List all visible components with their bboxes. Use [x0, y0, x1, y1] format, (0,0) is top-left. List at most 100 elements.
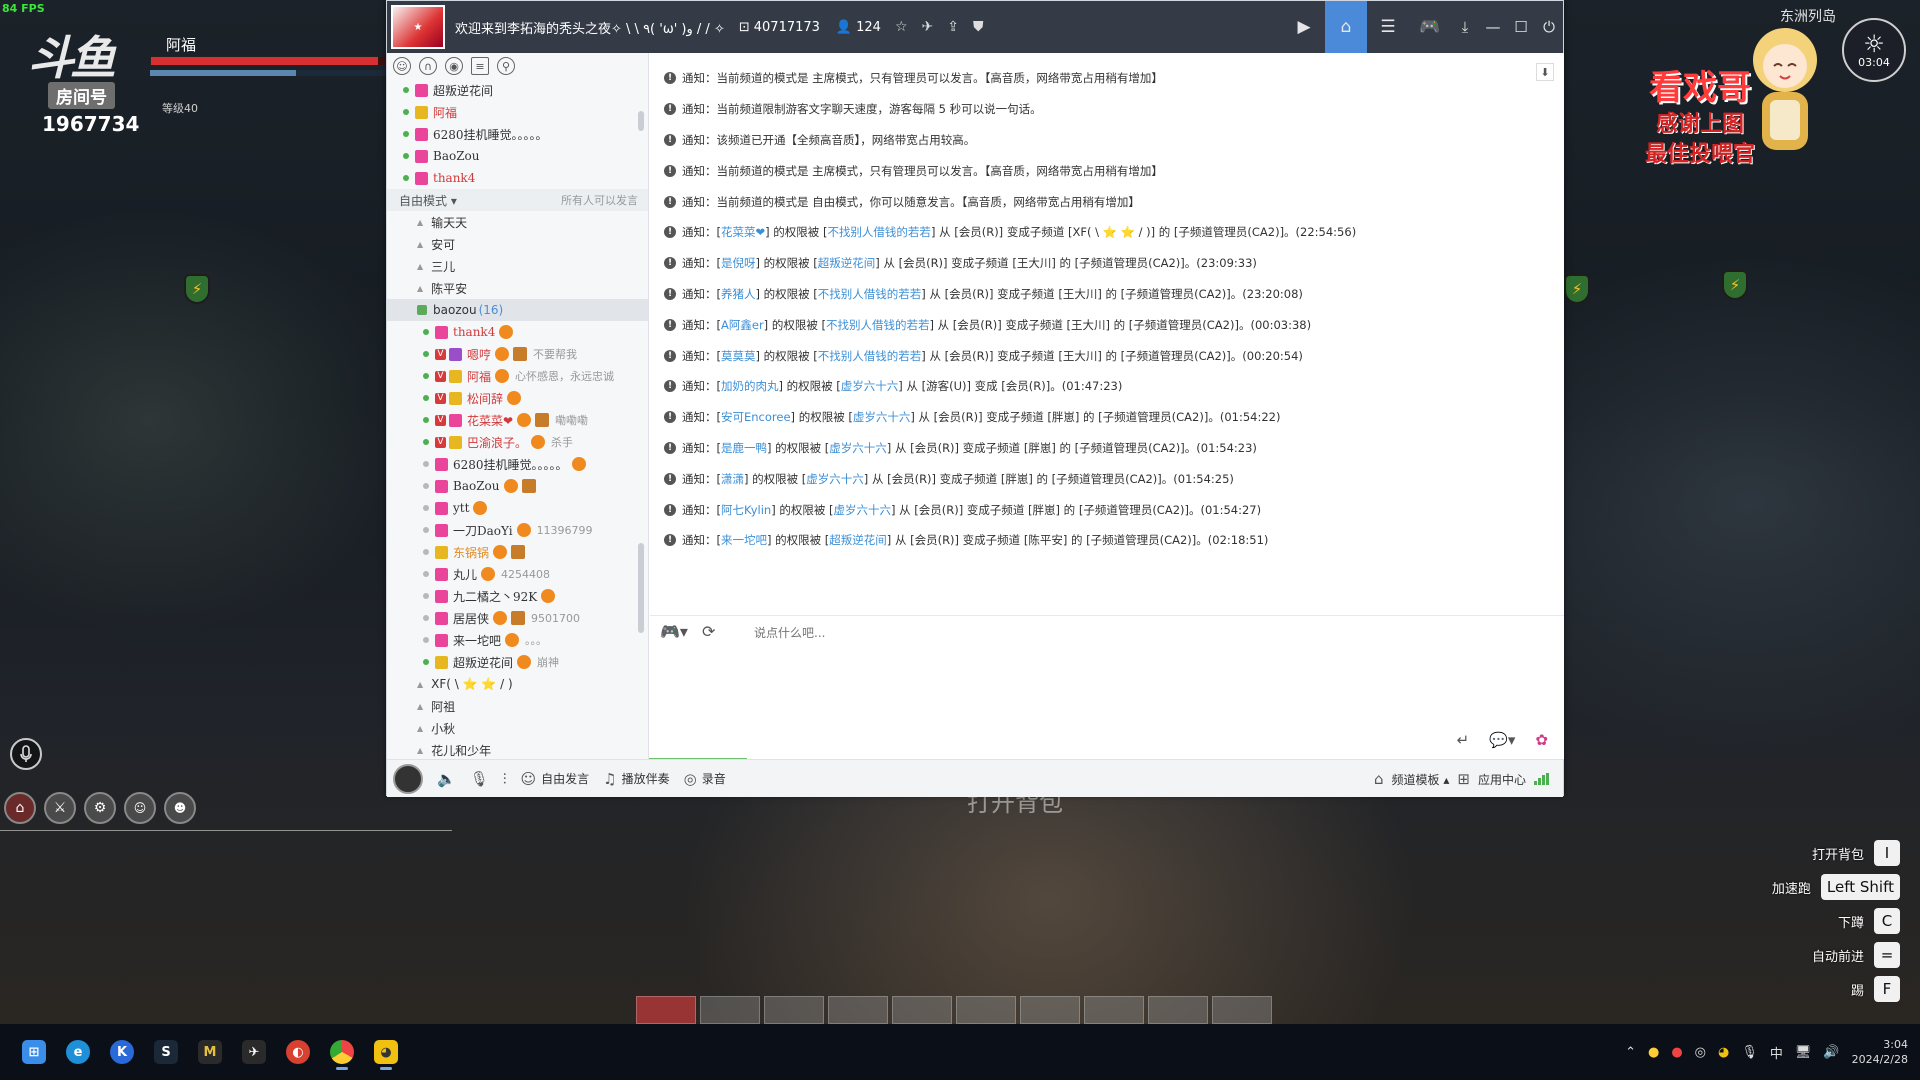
user-link[interactable]: 阿七Kylin — [721, 502, 771, 518]
hotbar-slot[interactable] — [700, 996, 760, 1024]
home-tab-button[interactable]: ⌂ — [1325, 1, 1367, 53]
admin-link[interactable]: 不找别人借钱的若若 — [818, 348, 922, 364]
admin-link[interactable]: 虚岁六十六 — [853, 409, 911, 425]
admin-link[interactable]: 不找别人借钱的若若 — [827, 224, 931, 240]
taskbar-yy[interactable]: ◕ — [368, 1034, 404, 1070]
user-link[interactable]: A阿鑫er — [721, 317, 764, 333]
channel-template-button[interactable]: 频道模板 ▴ — [1392, 771, 1450, 788]
app-grid-icon[interactable]: ⊞ — [1457, 770, 1470, 788]
user-link[interactable]: 来一坨吧 — [721, 532, 767, 548]
airplane-icon[interactable]: ✈ — [922, 19, 934, 35]
member-item[interactable]: 6280挂机睡觉。。。。。 — [387, 453, 648, 475]
hotbar-slot[interactable] — [764, 996, 824, 1024]
taskbar-app-bird[interactable]: ✈ — [236, 1034, 272, 1070]
scroll-to-bottom-button[interactable]: ⬇ — [1536, 63, 1554, 81]
member-item[interactable]: 居居侠 9501700 — [387, 607, 648, 629]
location-icon[interactable]: ◉ — [445, 57, 463, 75]
mixer-icon[interactable]: ⫶ — [503, 770, 507, 788]
user-link[interactable]: 是鹿一鸭 — [721, 440, 767, 456]
top-member-item[interactable]: 超叛逆花间 — [387, 79, 648, 101]
chat-button[interactable]: ☺ — [124, 792, 156, 824]
tray-chrome-icon[interactable]: ● — [1648, 1045, 1659, 1060]
taskbar-chrome[interactable] — [324, 1034, 360, 1070]
minimize-button[interactable]: — — [1479, 1, 1507, 53]
admin-link[interactable]: 不找别人借钱的若若 — [818, 286, 922, 302]
member-item[interactable]: V 巴渝浪子。 杀手 — [387, 431, 648, 453]
microphone-icon[interactable]: 🎙 — [470, 770, 489, 788]
contacts-icon[interactable]: ☺ — [393, 57, 411, 75]
swords-button[interactable]: ⚔ — [44, 792, 76, 824]
ime-indicator[interactable]: 中 — [1770, 1043, 1783, 1062]
admin-link[interactable]: 虚岁六十六 — [829, 440, 887, 456]
admin-link[interactable]: 超叛逆花间 — [829, 532, 887, 548]
admin-link[interactable]: 虚岁六十六 — [841, 378, 899, 394]
member-item[interactable]: 九二橘之丶92K — [387, 585, 648, 607]
member-item[interactable]: ytt — [387, 497, 648, 519]
member-item[interactable]: 丸儿 4254408 — [387, 563, 648, 585]
user-link[interactable]: 花菜菜❤ — [721, 224, 765, 240]
hotbar-slot[interactable] — [1020, 996, 1080, 1024]
admin-link[interactable]: 超叛逆花间 — [818, 255, 876, 271]
member-list-scrollbar[interactable] — [638, 543, 644, 633]
home-button[interactable]: ⌂ — [4, 792, 36, 824]
top-member-item[interactable]: thank4 — [387, 167, 648, 189]
user-link[interactable]: 莫莫莫 — [721, 348, 756, 364]
admin-link[interactable]: 不找别人借钱的若若 — [826, 317, 930, 333]
member-item[interactable]: 一刀DaoYi 11396799 — [387, 519, 648, 541]
hotbar-slot[interactable] — [1212, 996, 1272, 1024]
hotbar-slot[interactable] — [1084, 996, 1144, 1024]
channel-item[interactable]: ▲ 三儿 — [387, 255, 648, 277]
user-link[interactable]: 养猪人 — [721, 286, 756, 302]
download-button[interactable]: ⤓ — [1451, 1, 1479, 53]
hotbar-slot[interactable] — [1148, 996, 1208, 1024]
channel-item[interactable]: ▲ 小秋 — [387, 717, 648, 739]
channel-item[interactable]: ▲ XF( \ ⭐ ⭐ / ) — [387, 673, 648, 695]
record-icon[interactable]: ◎ — [684, 770, 697, 788]
taskbar-app-red[interactable]: ◐ — [280, 1034, 316, 1070]
user-settings-button[interactable]: ☻ — [164, 792, 196, 824]
top-member-item[interactable]: BaoZou — [387, 145, 648, 167]
channel-current[interactable]: baozou (16) — [387, 299, 648, 321]
taskbar-app-m[interactable]: M — [192, 1034, 228, 1070]
admin-link[interactable]: 虚岁六十六 — [834, 502, 892, 518]
start-button[interactable]: ⊞ — [16, 1034, 52, 1070]
gamepad-emoji-icon[interactable]: 🎮▾ — [660, 622, 688, 641]
settings-button[interactable]: ⚙ — [84, 792, 116, 824]
channel-item[interactable]: ▲ 安可 — [387, 233, 648, 255]
system-clock[interactable]: 3:04 2024/2/28 — [1852, 1037, 1908, 1067]
room-avatar[interactable]: ★ — [391, 5, 445, 49]
member-item[interactable]: BaoZou — [387, 475, 648, 497]
headset-icon[interactable]: ∩ — [419, 57, 437, 75]
taskbar-edge[interactable]: e — [60, 1034, 96, 1070]
admin-link[interactable]: 虚岁六十六 — [806, 471, 864, 487]
top-list-scrollbar[interactable] — [638, 111, 644, 131]
channel-item[interactable]: ▲ 阿祖 — [387, 695, 648, 717]
member-item[interactable]: 超叛逆花间 崩神 — [387, 651, 648, 673]
template-home-icon[interactable]: ⌂ — [1374, 770, 1384, 788]
free-speech-icon[interactable]: ☺ — [521, 770, 537, 788]
hotbar-slot[interactable] — [828, 996, 888, 1024]
tray-steam-icon[interactable]: ◎ — [1695, 1045, 1706, 1060]
mode-selector[interactable]: 自由模式 ▾ — [399, 192, 457, 209]
close-button[interactable]: ⏻ — [1535, 1, 1563, 53]
volume-icon[interactable]: 🔊 — [1823, 1045, 1839, 1060]
user-link[interactable]: 安可Encoree — [721, 409, 791, 425]
channel-item[interactable]: ▲ 花儿和少年 — [387, 739, 648, 759]
user-link[interactable]: 是倪呀 — [721, 255, 756, 271]
member-item[interactable]: V 阿福 心怀感恩，永远忠诚 — [387, 365, 648, 387]
taskbar-kook[interactable]: K — [104, 1034, 140, 1070]
search-icon[interactable]: ⚲ — [497, 57, 515, 75]
top-member-item[interactable]: 阿福 — [387, 101, 648, 123]
share-icon[interactable]: ⇪ — [947, 19, 959, 35]
maximize-button[interactable]: ☐ — [1507, 1, 1535, 53]
board-button[interactable]: ☰ — [1367, 1, 1409, 53]
self-avatar[interactable] — [393, 763, 423, 794]
notes-icon[interactable]: ≡ — [471, 57, 489, 75]
free-speech-button[interactable]: 自由发言 — [541, 770, 589, 787]
favorite-icon[interactable]: ☆ — [895, 19, 908, 35]
tray-red-icon[interactable]: ● — [1671, 1045, 1682, 1060]
hotbar-slot[interactable] — [636, 996, 696, 1024]
live-video-button[interactable]: ▶ — [1283, 1, 1325, 53]
member-item[interactable]: V 嗯哼 不要帮我 — [387, 343, 648, 365]
member-item[interactable]: thank4 — [387, 321, 648, 343]
